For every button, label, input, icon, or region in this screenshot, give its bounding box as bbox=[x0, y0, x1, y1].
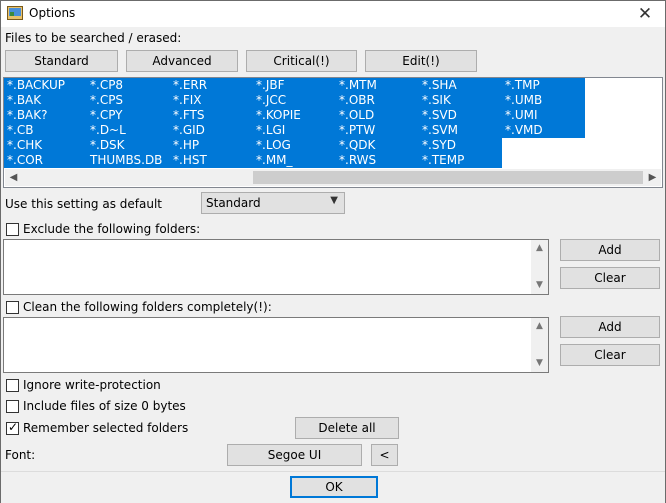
extension-item[interactable]: *.MTM bbox=[336, 78, 419, 93]
extension-item[interactable]: *.LOG bbox=[253, 138, 336, 153]
include-zero-size-label: Include files of size 0 bytes bbox=[23, 399, 186, 413]
exclude-label: Exclude the following folders: bbox=[23, 222, 201, 236]
critical-button[interactable]: Critical(!) bbox=[246, 50, 357, 72]
extension-item[interactable]: *.PTW bbox=[336, 123, 419, 138]
edit-button[interactable]: Edit(!) bbox=[365, 50, 477, 72]
scroll-left-icon[interactable]: ◀ bbox=[5, 169, 22, 186]
default-setting-value: Standard bbox=[206, 196, 261, 210]
standard-button[interactable]: Standard bbox=[5, 50, 118, 72]
extension-item[interactable]: *.RWS bbox=[336, 153, 419, 168]
delete-all-button[interactable]: Delete all bbox=[295, 417, 399, 439]
extension-item[interactable]: *.JBF bbox=[253, 78, 336, 93]
scroll-up-icon[interactable]: ▲ bbox=[531, 240, 548, 257]
vertical-scrollbar[interactable]: ▲ ▼ bbox=[531, 240, 548, 294]
scroll-down-icon[interactable]: ▼ bbox=[531, 277, 548, 294]
clean-clear-button[interactable]: Clear bbox=[560, 344, 660, 366]
scroll-right-icon[interactable]: ▶ bbox=[644, 169, 661, 186]
font-label: Font: bbox=[5, 448, 36, 462]
exclude-clear-button[interactable]: Clear bbox=[560, 267, 660, 289]
exclude-add-button[interactable]: Add bbox=[560, 239, 660, 261]
extension-item[interactable]: *.LGI bbox=[253, 123, 336, 138]
extension-item[interactable]: *.FIX bbox=[170, 93, 253, 108]
remember-folders-checkbox[interactable] bbox=[6, 420, 19, 435]
font-reset-button[interactable]: < bbox=[371, 444, 398, 466]
app-icon bbox=[7, 6, 23, 20]
scroll-up-icon[interactable]: ▲ bbox=[531, 318, 548, 335]
extension-item[interactable]: *.BAK bbox=[4, 93, 87, 108]
extension-item[interactable]: *.TMP bbox=[502, 78, 585, 93]
ignore-write-protection-checkbox[interactable] bbox=[6, 379, 19, 392]
extension-item[interactable]: *.CPY bbox=[87, 108, 170, 123]
extension-item[interactable]: *.OBR bbox=[336, 93, 419, 108]
options-window: Options ✕ Files to be searched / erased:… bbox=[0, 0, 666, 503]
chevron-down-icon: ▼ bbox=[330, 195, 338, 206]
extension-item[interactable]: *.SVM bbox=[419, 123, 502, 138]
extension-item[interactable]: *.CB bbox=[4, 123, 87, 138]
extension-item[interactable]: *.HP bbox=[170, 138, 253, 153]
extension-item[interactable]: *.SIK bbox=[419, 93, 502, 108]
extension-item[interactable]: *.VMD bbox=[502, 123, 585, 138]
font-button[interactable]: Segoe UI bbox=[227, 444, 362, 466]
extension-item[interactable]: *.COR bbox=[4, 153, 87, 168]
extension-item[interactable]: *.FTS bbox=[170, 108, 253, 123]
window-title: Options bbox=[29, 6, 76, 20]
include-zero-size-checkbox[interactable] bbox=[6, 400, 19, 413]
extension-item[interactable]: *.SHA bbox=[419, 78, 502, 93]
extensions-list[interactable]: *.BACKUP *.CP8 *.ERR *.JBF *.MTM *.SHA *.TMP *.… bbox=[3, 77, 663, 188]
default-setting-select[interactable]: Standard ▼ bbox=[201, 192, 345, 214]
clean-checkbox[interactable] bbox=[6, 301, 19, 314]
extension-item[interactable]: *.UMI bbox=[502, 108, 585, 123]
extension-item[interactable]: *.KOPIE bbox=[253, 108, 336, 123]
extension-item[interactable]: *.TEMP bbox=[419, 153, 502, 168]
horizontal-scrollbar[interactable]: ◀ ▶ bbox=[5, 169, 661, 186]
advanced-button[interactable]: Advanced bbox=[126, 50, 238, 72]
extension-item[interactable]: *.SYD bbox=[419, 138, 502, 153]
extension-item[interactable]: *.BACKUP bbox=[4, 78, 87, 93]
remember-folders-label: Remember selected folders bbox=[23, 421, 189, 435]
extension-item[interactable]: *.OLD bbox=[336, 108, 419, 123]
extension-item[interactable]: *.CP8 bbox=[87, 78, 170, 93]
exclude-folders-box[interactable]: ▲ ▼ bbox=[3, 239, 549, 295]
extension-item[interactable]: *.SVD bbox=[419, 108, 502, 123]
default-setting-label: Use this setting as default bbox=[5, 197, 163, 211]
extension-item[interactable]: *.MM_ bbox=[253, 153, 336, 168]
extension-item[interactable]: *.D~L bbox=[87, 123, 170, 138]
scroll-down-icon[interactable]: ▼ bbox=[531, 355, 548, 372]
clean-folders-box[interactable]: ▲ ▼ bbox=[3, 317, 549, 373]
vertical-scrollbar[interactable]: ▲ ▼ bbox=[531, 318, 548, 372]
extension-item[interactable]: *.BAK? bbox=[4, 108, 87, 123]
extension-item[interactable]: *.ERR bbox=[170, 78, 253, 93]
ok-button[interactable]: OK bbox=[290, 476, 378, 498]
exclude-checkbox[interactable] bbox=[6, 223, 19, 236]
close-icon[interactable]: ✕ bbox=[631, 3, 659, 25]
scroll-thumb[interactable] bbox=[253, 171, 643, 184]
clean-label: Clean the following folders completely(!… bbox=[23, 300, 272, 314]
clean-add-button[interactable]: Add bbox=[560, 316, 660, 338]
extension-item[interactable]: THUMBS.DB bbox=[87, 153, 170, 168]
extension-item[interactable]: *.JCC bbox=[253, 93, 336, 108]
extension-item[interactable]: *.DSK bbox=[87, 138, 170, 153]
ignore-write-protection-label: Ignore write-protection bbox=[23, 378, 161, 392]
extension-item[interactable]: *.CHK bbox=[4, 138, 87, 153]
files-label: Files to be searched / erased: bbox=[5, 31, 182, 45]
extension-item[interactable]: *.HST bbox=[170, 153, 253, 168]
extension-item[interactable]: *.UMB bbox=[502, 93, 585, 108]
title-bar: Options ✕ bbox=[1, 1, 665, 27]
extension-item[interactable]: *.GID bbox=[170, 123, 253, 138]
extension-item[interactable]: *.QDK bbox=[336, 138, 419, 153]
extension-item[interactable]: *.CPS bbox=[87, 93, 170, 108]
